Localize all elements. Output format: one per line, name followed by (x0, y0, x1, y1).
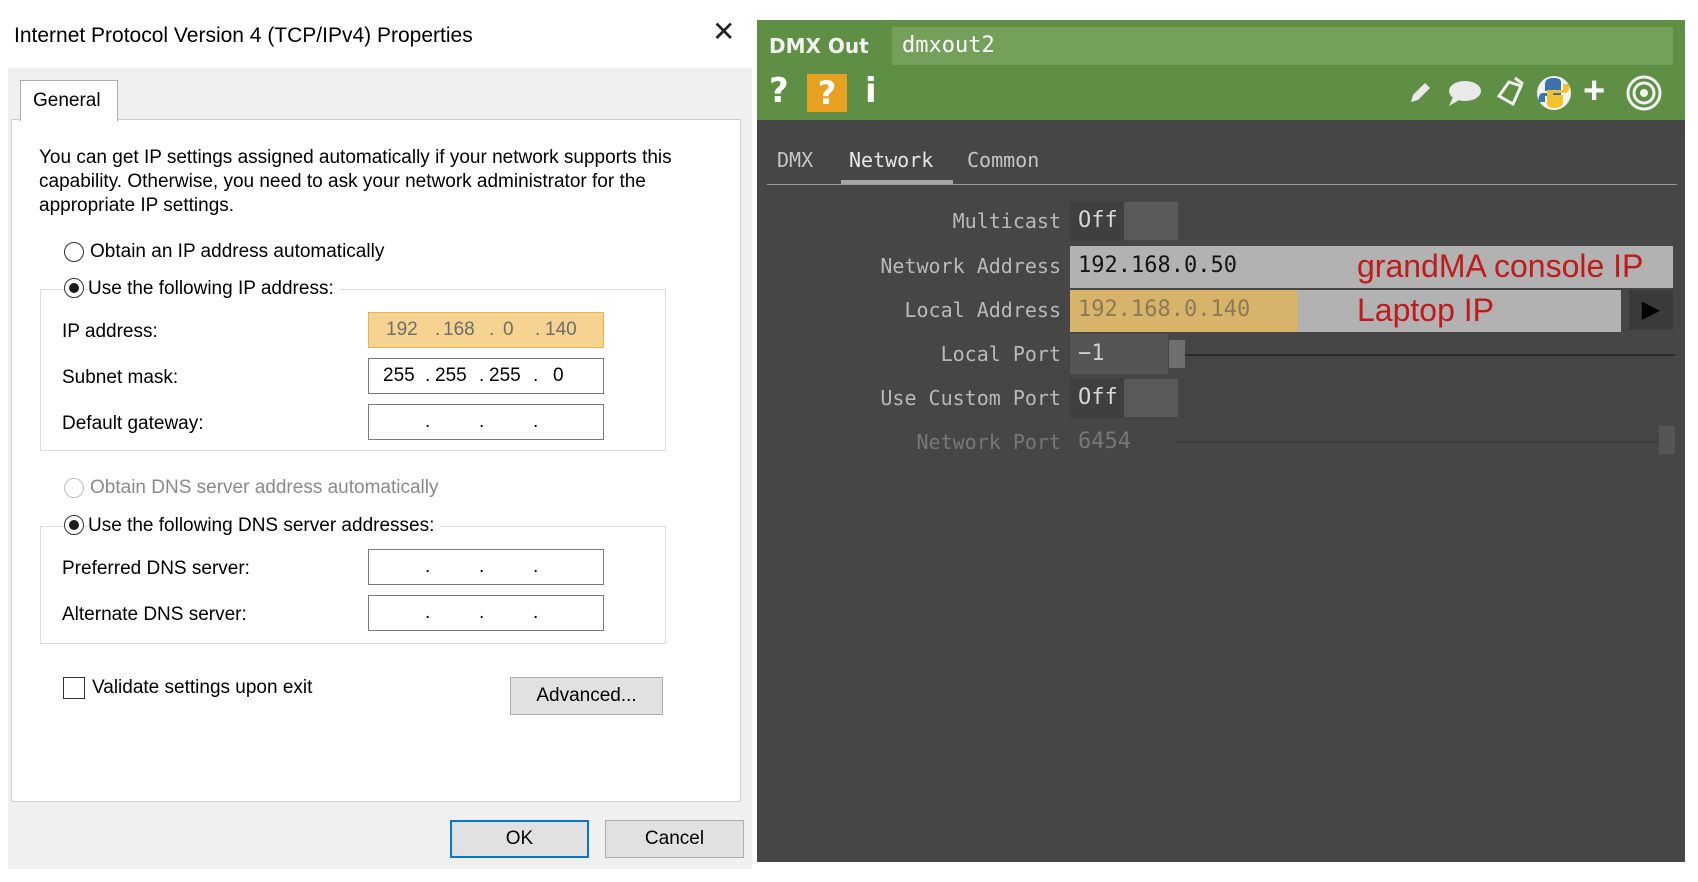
local-address-field[interactable]: 192.168.0.140 (1070, 290, 1621, 332)
network-address-value: 192.168.0.50 (1078, 253, 1237, 278)
dmx-out-parameter-panel: DMX Out dmxout2 ? ? i + DMX Network Comm… (757, 20, 1685, 862)
network-port-slider-knob (1659, 426, 1675, 454)
local-address-value: 192.168.0.140 (1078, 297, 1251, 322)
python-icon[interactable] (1535, 74, 1573, 112)
local-port-slider-track[interactable] (1169, 354, 1675, 356)
use-custom-port-value[interactable]: Off (1070, 378, 1124, 418)
operator-type: DMX Out (769, 34, 869, 58)
ip-address-label: IP address: (62, 321, 158, 342)
subnet-mask-label: Subnet mask: (62, 367, 179, 388)
tab-general[interactable]: General (20, 80, 118, 121)
python-help-icon[interactable]: ? (807, 74, 847, 112)
subnet-mask-field[interactable]: 255. 255. 255. 0 (368, 358, 604, 394)
tab-common[interactable]: Common (967, 148, 1039, 172)
use-custom-port-toggle[interactable] (1124, 379, 1178, 417)
preferred-dns-field[interactable]: ... (368, 549, 604, 585)
viewer-icon[interactable] (1625, 74, 1663, 112)
tabs-divider (767, 184, 1677, 185)
multicast-toggle[interactable] (1124, 202, 1178, 240)
default-gateway-field[interactable]: ... (368, 404, 604, 440)
network-port-field: 6454 (1078, 429, 1131, 454)
ok-button[interactable]: OK (450, 820, 589, 858)
operator-header: DMX Out dmxout2 ? ? i + (757, 20, 1685, 120)
network-address-label: Network Address (880, 254, 1061, 278)
general-tab-panel: You can get IP settings assigned automat… (11, 119, 741, 802)
use-custom-port-label: Use Custom Port (880, 386, 1061, 410)
operator-name-field[interactable]: dmxout2 (892, 27, 1673, 65)
comment-icon[interactable] (1447, 78, 1483, 108)
grandma-ip-annotation: grandMA console IP (1357, 248, 1644, 284)
laptop-ip-annotation: Laptop IP (1357, 292, 1494, 328)
validate-label: Validate settings upon exit (92, 677, 313, 698)
validate-checkbox[interactable] (63, 677, 85, 699)
ipv4-properties-dialog: Internet Protocol Version 4 (TCP/IPv4) P… (0, 0, 752, 882)
local-port-label: Local Port (940, 342, 1061, 366)
clone-icon[interactable] (1493, 74, 1529, 110)
alternate-dns-field[interactable]: ... (368, 595, 604, 631)
default-gateway-label: Default gateway: (62, 413, 204, 434)
network-port-label: Network Port (916, 430, 1062, 454)
info-text: You can get IP settings assigned automat… (39, 147, 672, 216)
pencil-icon[interactable] (1405, 78, 1435, 108)
close-icon[interactable]: ✕ (712, 18, 735, 46)
tab-network[interactable]: Network (849, 148, 933, 172)
ip-auto-label: Obtain an IP address automatically (90, 241, 385, 262)
dns-auto-radio[interactable] (64, 478, 84, 498)
dialog-body: General You can get IP settings assigned… (8, 68, 752, 869)
cancel-button[interactable]: Cancel (605, 820, 744, 858)
multicast-value[interactable]: Off (1070, 201, 1124, 241)
ip-address-field[interactable]: 192. 168. 0. 140 (368, 312, 604, 348)
preferred-dns-label: Preferred DNS server: (62, 558, 250, 579)
info-icon[interactable]: i (865, 74, 877, 108)
ip-auto-radio[interactable] (64, 242, 84, 262)
tab-dmx[interactable]: DMX (777, 148, 813, 172)
local-port-slider-knob[interactable] (1169, 340, 1185, 368)
multicast-label: Multicast (952, 209, 1061, 233)
dns-manual-radio[interactable] (64, 515, 84, 535)
plus-icon[interactable]: + (1583, 72, 1605, 110)
local-address-label: Local Address (904, 298, 1061, 322)
dns-manual-label: Use the following DNS server addresses: (88, 515, 441, 537)
ip-manual-radio[interactable] (64, 278, 84, 298)
dns-auto-label: Obtain DNS server address automatically (90, 477, 439, 498)
local-port-field[interactable]: −1 (1070, 334, 1168, 374)
alternate-dns-label: Alternate DNS server: (62, 604, 247, 625)
local-address-menu-button[interactable]: ▶ (1629, 290, 1673, 330)
advanced-button[interactable]: Advanced... (510, 677, 663, 715)
dialog-title: Internet Protocol Version 4 (TCP/IPv4) P… (14, 24, 473, 47)
ip-manual-label: Use the following IP address: (88, 278, 340, 300)
help-icon[interactable]: ? (769, 74, 789, 108)
network-port-slider-track (1175, 441, 1675, 443)
